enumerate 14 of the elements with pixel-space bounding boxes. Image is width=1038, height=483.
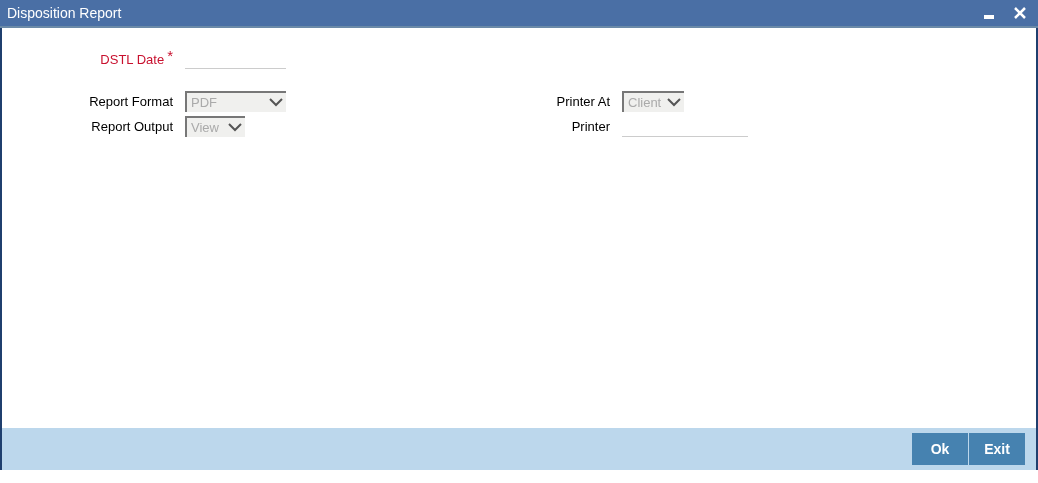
window-title: Disposition Report (7, 3, 122, 23)
action-button[interactable]: Ok (912, 433, 969, 465)
action-button[interactable]: Exit (969, 433, 1026, 465)
close-icon[interactable] (1014, 7, 1026, 19)
chevron-down-icon (667, 98, 681, 107)
field-label: Printer At (555, 92, 611, 111)
field-label: Report Format (88, 92, 174, 111)
field-label: DSTL Date (100, 50, 165, 69)
field-label: Printer (570, 117, 611, 136)
chevron-down-icon (228, 123, 242, 132)
minimize-icon[interactable] (984, 15, 994, 19)
required-mark: * (167, 47, 173, 63)
chevron-down-icon (269, 98, 283, 107)
field-label: Report Output (90, 117, 174, 136)
